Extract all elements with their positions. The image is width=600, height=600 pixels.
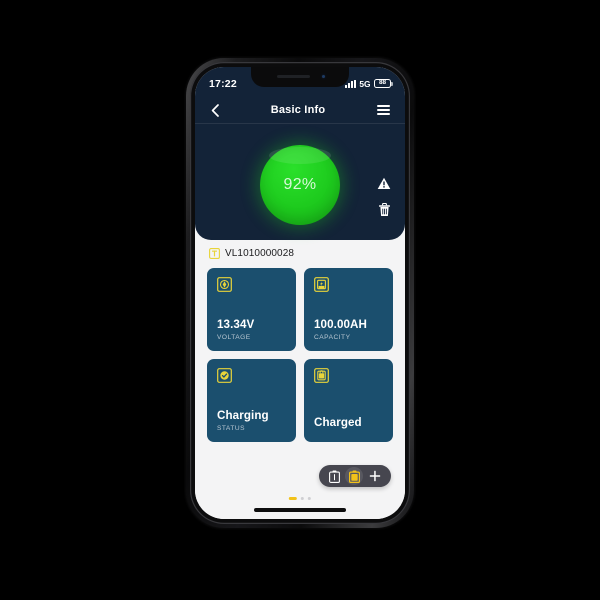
content-area: VL1010000028 13.34V VOLTAGE 100.00AH CAP…: [195, 240, 405, 519]
capacity-icon: [314, 277, 383, 297]
charging-check-icon: [217, 368, 286, 388]
card-charged[interactable]: Charged: [304, 359, 393, 442]
serial-number-label: VL1010000028: [225, 248, 295, 259]
warning-button[interactable]: [377, 177, 391, 190]
status-bar-time: 17:22: [209, 77, 237, 90]
tag-icon: [209, 248, 220, 259]
network-type-label: 5G: [359, 78, 371, 89]
front-camera: [320, 73, 327, 81]
battery-level-label: 88: [378, 79, 387, 87]
nav-add-icon[interactable]: [369, 470, 381, 482]
page-indicator-dots[interactable]: [288, 496, 312, 500]
side-action-group: [377, 177, 391, 217]
chevron-left-icon: [211, 103, 219, 117]
trash-icon: [378, 203, 390, 216]
page-dot-1[interactable]: [288, 496, 297, 500]
charged-lock-icon: [314, 368, 383, 388]
voltage-icon: [217, 277, 286, 297]
battery-icon: 88: [374, 78, 393, 89]
battery-level-ring[interactable]: 92%: [260, 145, 340, 225]
card-capacity-value: 100.00AH: [314, 317, 368, 331]
warning-icon: [377, 177, 391, 189]
app-header-panel: 17:22 5G 88 Basic Info 92%: [195, 67, 405, 240]
card-capacity[interactable]: 100.00AH CAPACITY: [304, 268, 393, 351]
home-indicator[interactable]: [254, 508, 346, 512]
status-bar-indicators: 5G 88: [344, 78, 393, 89]
nav-battery-list-icon[interactable]: [328, 470, 340, 483]
card-capacity-label: CAPACITY: [314, 334, 351, 341]
delete-button[interactable]: [378, 203, 391, 217]
navigation-bar: Basic Info: [195, 97, 405, 124]
card-voltage[interactable]: 13.34V VOLTAGE: [207, 268, 296, 351]
bottom-nav-pill: [319, 465, 391, 487]
page-title: Basic Info: [270, 104, 326, 116]
page-dot-3[interactable]: [308, 496, 312, 500]
hamburger-menu-icon[interactable]: [377, 102, 393, 118]
info-card-grid: 13.34V VOLTAGE 100.00AH CAPACITY Chargin…: [195, 268, 405, 442]
battery-percent-label: 92%: [283, 176, 317, 193]
phone-device-frame: 17:22 5G 88 Basic Info 92% VL1010000028 …: [186, 58, 414, 528]
card-status[interactable]: Charging STATUS: [207, 359, 296, 442]
nav-battery-active-icon[interactable]: [348, 470, 360, 483]
card-charged-value: Charged: [314, 415, 362, 429]
phone-screen: 17:22 5G 88 Basic Info 92% VL1010000028 …: [195, 67, 405, 519]
card-status-value: Charging: [217, 408, 269, 422]
card-voltage-value: 13.34V: [217, 317, 255, 331]
card-status-label: STATUS: [217, 425, 246, 432]
earpiece-speaker: [277, 75, 310, 79]
device-notch: [251, 67, 349, 87]
serial-number-row[interactable]: VL1010000028: [195, 240, 405, 268]
page-dot-2[interactable]: [300, 496, 304, 500]
card-voltage-label: VOLTAGE: [217, 334, 251, 341]
